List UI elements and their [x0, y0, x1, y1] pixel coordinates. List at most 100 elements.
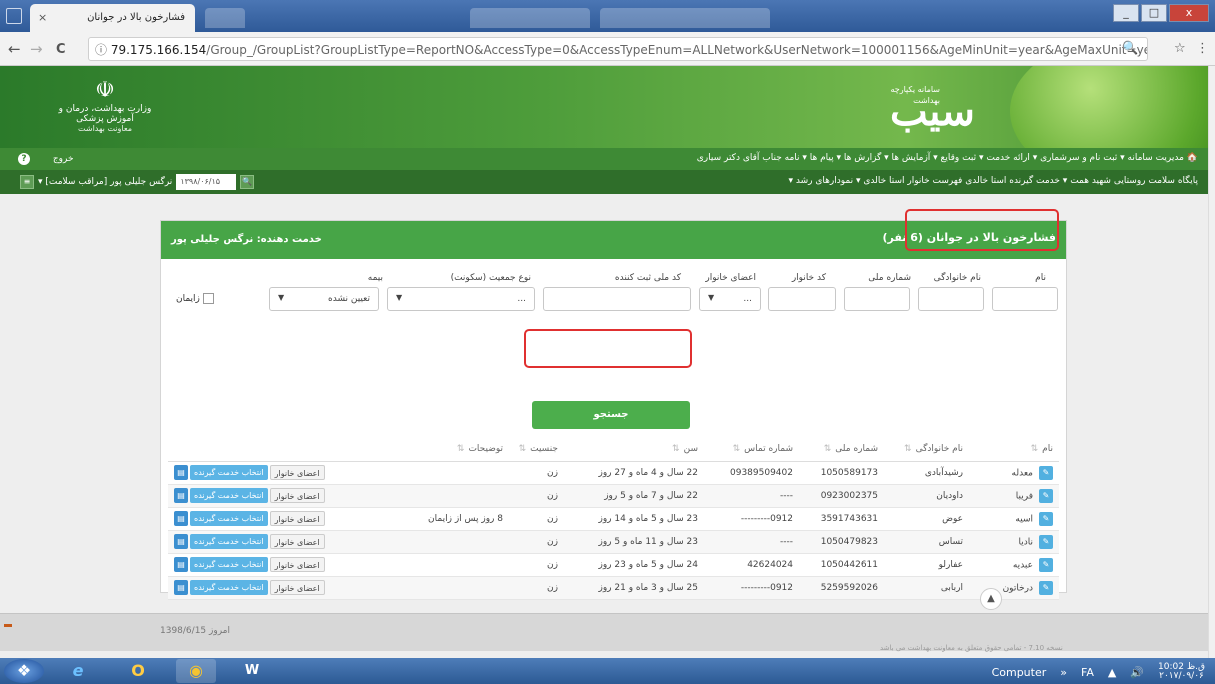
cell-note: 8 روز پس از زایمان: [399, 507, 509, 531]
browser-menu-icon[interactable]: ⋮: [1196, 41, 1209, 56]
filter-label-insurance: بیمه: [367, 273, 383, 283]
select-client-button[interactable]: انتخاب خدمت گیرنده: [190, 488, 268, 503]
edit-icon[interactable]: ✎: [1039, 534, 1053, 549]
household-members-select[interactable]: ... ▼: [699, 287, 761, 311]
close-window-button[interactable]: x: [1169, 4, 1209, 22]
population-type-select[interactable]: ... ▼: [387, 287, 535, 311]
filter-label-family: نام خانوادگی: [933, 273, 981, 283]
document-icon[interactable]: ▤: [174, 580, 188, 595]
cell-name: عبدیه: [1012, 560, 1033, 570]
name-input[interactable]: [992, 287, 1058, 311]
maximize-button[interactable]: □: [1141, 4, 1167, 22]
tray-expand-icon[interactable]: ▲: [1108, 666, 1116, 679]
cell-name: درخاتون: [1002, 583, 1033, 593]
household-members-button[interactable]: اعضای خانوار: [269, 580, 325, 595]
document-icon[interactable]: ▤: [174, 465, 188, 480]
minimize-button[interactable]: _: [1113, 4, 1139, 22]
family-name-input[interactable]: [918, 287, 984, 311]
edit-icon[interactable]: ✎: [1039, 580, 1053, 595]
table-row: ✎ اسیه عوض 3591743631 ---------0912 23 سا…: [168, 507, 1059, 531]
user-name[interactable]: نرگس جلیلی پور [مراقب سلامت] ▾: [38, 177, 172, 187]
insurance-select[interactable]: تعیین نشده ▼: [269, 287, 379, 311]
select-client-button[interactable]: انتخاب خدمت گیرنده: [190, 534, 268, 549]
logout-link[interactable]: خروج: [53, 154, 74, 164]
cell-gender: زن: [509, 507, 564, 531]
clock-date: ۲۰۱۷/۰۹/۰۶: [1159, 671, 1204, 681]
cell-note: [399, 530, 509, 554]
reload-icon[interactable]: C: [56, 42, 66, 57]
search-button[interactable]: جستجو: [532, 401, 690, 429]
select-client-button[interactable]: انتخاب خدمت گیرنده: [190, 580, 268, 595]
dropdown-arrow-icon: ▼: [708, 293, 715, 302]
national-id-input[interactable]: [844, 287, 910, 311]
start-button[interactable]: ❖: [4, 659, 44, 683]
household-members-button[interactable]: اعضای خانوار: [269, 557, 325, 572]
household-members-button[interactable]: اعضای خانوار: [269, 511, 325, 526]
scroll-to-top-button[interactable]: ▲: [980, 588, 1002, 610]
volume-icon[interactable]: 🔊: [1130, 666, 1144, 679]
table-header-row: نام⇅ نام خانوادگی⇅ شماره ملی⇅ شماره تماس…: [168, 437, 1059, 462]
logo-subtitle: سامانه یکپارچه بهداشت: [890, 85, 940, 105]
childbirth-checkbox[interactable]: زایمان: [176, 293, 214, 304]
checkbox-box[interactable]: [202, 293, 214, 304]
address-bar-row: ← → C ⓘ 79.175.166.154/Group_/GroupList?…: [0, 32, 1215, 66]
document-icon[interactable]: ▤: [174, 557, 188, 572]
clock[interactable]: 10:02 ق.ظ ۲۰۱۷/۰۹/۰۶: [1158, 663, 1205, 681]
bookmark-star-icon[interactable]: ☆: [1174, 41, 1186, 56]
internet-explorer-icon[interactable]: e: [58, 659, 98, 683]
tab-close-icon[interactable]: ×: [38, 11, 47, 24]
background-tab[interactable]: [205, 8, 245, 28]
zoom-icon[interactable]: 🔍: [1122, 41, 1138, 56]
outlook-icon[interactable]: O: [118, 659, 158, 683]
site-info-icon[interactable]: ⓘ: [95, 43, 107, 57]
search-icon[interactable]: 🔍: [240, 175, 255, 189]
date-field[interactable]: ۱۳۹۸/۰۶/۱۵: [176, 174, 237, 190]
cell-gender: زن: [509, 461, 564, 485]
background-tab[interactable]: [470, 8, 590, 28]
household-members-button[interactable]: اعضای خانوار: [269, 488, 325, 503]
cell-age: 25 سال و 3 ماه و 21 روز: [564, 576, 704, 600]
cell-age: 23 سال و 5 ماه و 14 روز: [564, 507, 704, 531]
filter-label-name: نام: [1035, 273, 1046, 283]
filter-label-national-id: شماره ملی: [868, 273, 911, 283]
select-client-button[interactable]: انتخاب خدمت گیرنده: [190, 511, 268, 526]
word-icon[interactable]: W: [232, 659, 272, 683]
url-path: /Group_/GroupList?GroupListType=ReportNO…: [206, 43, 1148, 57]
computer-toolbar[interactable]: Computer: [992, 666, 1047, 679]
column-header[interactable]: نام⇅: [969, 437, 1059, 462]
background-tab[interactable]: [600, 8, 770, 28]
main-menu-items[interactable]: 🏠 مدیریت سامانه ▾ ثبت نام و سرشماری ▾ ار…: [697, 153, 1198, 163]
help-icon[interactable]: ?: [18, 153, 30, 165]
column-header[interactable]: سن⇅: [564, 437, 704, 462]
edit-icon[interactable]: ✎: [1039, 488, 1053, 503]
column-header[interactable]: شماره تماس⇅: [704, 437, 799, 462]
household-members-button[interactable]: اعضای خانوار: [269, 534, 325, 549]
cell-family: عفارلو: [884, 553, 969, 577]
registrar-id-input[interactable]: [543, 287, 691, 311]
column-header[interactable]: نام خانوادگی⇅: [884, 437, 969, 462]
document-icon[interactable]: ▤: [174, 488, 188, 503]
select-client-button[interactable]: انتخاب خدمت گیرنده: [190, 465, 268, 480]
chrome-icon[interactable]: ◉: [176, 659, 216, 683]
column-header[interactable]: شماره ملی⇅: [799, 437, 884, 462]
household-members-button[interactable]: اعضای خانوار: [269, 465, 325, 480]
url-input[interactable]: ⓘ 79.175.166.154/Group_/GroupList?GroupL…: [88, 37, 1148, 61]
document-icon[interactable]: ▤: [174, 511, 188, 526]
browser-tab[interactable]: × فشارخون بالا در جوانان: [30, 4, 195, 32]
page-scrollbar[interactable]: [1208, 66, 1215, 658]
back-icon[interactable]: ←: [8, 40, 21, 58]
column-header[interactable]: جنسیت⇅: [509, 437, 564, 462]
user-settings-button[interactable]: ≡: [20, 175, 34, 189]
household-code-input[interactable]: [768, 287, 836, 311]
select-client-button[interactable]: انتخاب خدمت گیرنده: [190, 557, 268, 572]
edit-icon[interactable]: ✎: [1039, 557, 1053, 572]
document-icon[interactable]: ▤: [174, 534, 188, 549]
forward-icon[interactable]: →: [30, 40, 43, 58]
column-header[interactable]: توضیحات⇅: [399, 437, 509, 462]
toolbar-chevron-icon[interactable]: »: [1060, 666, 1067, 679]
sub-menu-items[interactable]: پایگاه سلامت روستایی شهید همت ▾ خدمت گیر…: [789, 176, 1199, 186]
language-indicator[interactable]: FA: [1081, 666, 1094, 679]
new-tab-icon[interactable]: [6, 8, 22, 24]
edit-icon[interactable]: ✎: [1039, 511, 1053, 526]
edit-icon[interactable]: ✎: [1039, 465, 1053, 480]
